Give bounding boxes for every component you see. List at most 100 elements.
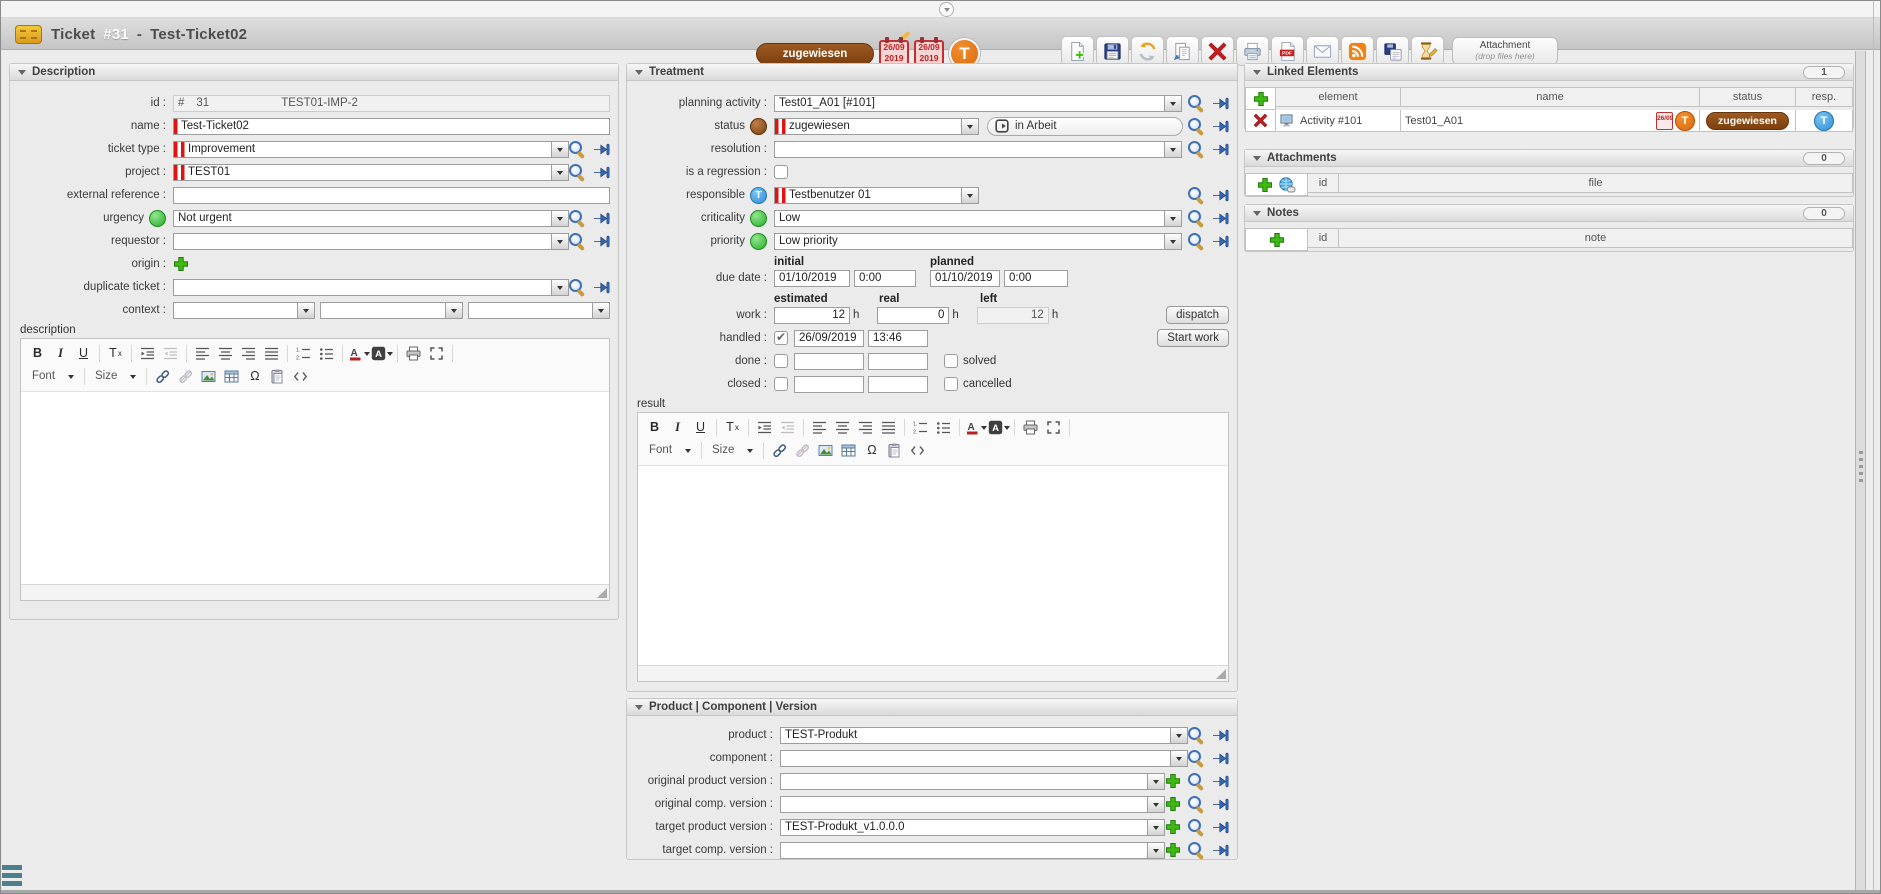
add-link-icon[interactable] — [1278, 176, 1296, 194]
goto-detail-icon[interactable] — [1212, 211, 1229, 226]
original-product-version-select[interactable] — [780, 773, 1165, 790]
align-right-button[interactable] — [854, 417, 877, 437]
description-panel-header[interactable]: Description — [10, 64, 618, 81]
paste-from-word-button[interactable] — [266, 366, 289, 386]
bold-button[interactable]: B — [643, 417, 666, 437]
goto-detail-icon[interactable] — [593, 142, 610, 157]
solved-checkbox[interactable] — [944, 354, 958, 368]
search-icon[interactable] — [1188, 233, 1205, 250]
bullet-list-button[interactable] — [315, 343, 338, 363]
bullet-list-button[interactable] — [932, 417, 955, 437]
print-button[interactable] — [1236, 36, 1269, 66]
unlink-button[interactable] — [791, 440, 814, 460]
dropdown-arrow-icon[interactable] — [1147, 774, 1164, 789]
due-date-initial-date-input[interactable]: 01/10/2019 — [774, 270, 850, 287]
search-icon[interactable] — [1188, 727, 1205, 744]
justify-button[interactable] — [877, 417, 900, 437]
align-right-button[interactable] — [237, 343, 260, 363]
add-linked-element-button[interactable] — [1246, 88, 1276, 110]
product-panel-header[interactable]: Product | Component | Version — [627, 699, 1237, 716]
due-date-planned-date-input[interactable]: 01/10/2019 — [930, 270, 1000, 287]
attachments-header[interactable]: Attachments0 — [1245, 150, 1853, 167]
align-center-button[interactable] — [214, 343, 237, 363]
copy-button[interactable] — [1166, 36, 1199, 66]
dropdown-arrow-icon[interactable] — [592, 303, 609, 318]
dropdown-arrow-icon[interactable] — [1147, 843, 1164, 858]
cancelled-checkbox[interactable] — [944, 377, 958, 391]
add-icon[interactable] — [1165, 819, 1181, 835]
due-date-initial-time-input[interactable]: 0:00 — [854, 270, 916, 287]
collapse-header-button[interactable] — [939, 2, 954, 17]
dropdown-arrow-icon[interactable] — [297, 303, 314, 318]
dropdown-arrow-icon[interactable] — [1164, 96, 1181, 111]
done-date-input[interactable] — [794, 353, 864, 370]
responsible-select[interactable]: Testbenutzer 01 — [774, 187, 979, 204]
work-time-button[interactable] — [1411, 36, 1444, 66]
dropdown-arrow-icon[interactable] — [551, 211, 568, 226]
remove-format-button[interactable]: Tx — [721, 417, 744, 437]
text-color-button[interactable]: A — [964, 417, 987, 437]
maximize-button[interactable] — [425, 343, 448, 363]
ordered-list-button[interactable]: 1.2. — [909, 417, 932, 437]
add-attachment-button[interactable] — [1257, 177, 1273, 193]
menu-hamburger-icon[interactable] — [2, 865, 22, 886]
remove-linked-element-button[interactable] — [1246, 110, 1276, 132]
size-dropdown[interactable]: Size — [706, 440, 759, 460]
bold-button[interactable]: B — [26, 343, 49, 363]
save-button[interactable] — [1096, 36, 1129, 66]
editor-body[interactable] — [21, 392, 609, 585]
criticality-select[interactable]: Low — [774, 210, 1182, 227]
dropdown-arrow-icon[interactable] — [551, 280, 568, 295]
duplicate-ticket-select[interactable] — [173, 279, 569, 296]
search-icon[interactable] — [1188, 95, 1205, 112]
editor-body[interactable] — [638, 466, 1228, 666]
notes-header[interactable]: Notes0 — [1245, 205, 1853, 222]
urgency-select[interactable]: Not urgent — [173, 210, 569, 227]
done-checkbox[interactable] — [774, 354, 788, 368]
underline-button[interactable]: U — [689, 417, 712, 437]
status-transition-button[interactable]: in Arbeit — [987, 117, 1183, 136]
status-select[interactable]: zugewiesen — [774, 118, 979, 135]
paste-from-word-button[interactable] — [883, 440, 906, 460]
print-button[interactable] — [1019, 417, 1042, 437]
rss-feed-button[interactable] — [1341, 36, 1374, 66]
special-char-button[interactable]: Ω — [860, 440, 883, 460]
text-color-button[interactable]: A — [347, 343, 370, 363]
add-icon[interactable] — [1253, 91, 1269, 107]
link-button[interactable] — [768, 440, 791, 460]
linked-name-cell[interactable]: Test01_A01 26/09 T — [1401, 110, 1700, 132]
linked-elements-header[interactable]: Linked Elements1 — [1245, 64, 1853, 81]
work-estimated-input[interactable]: 12 — [774, 307, 850, 324]
goto-detail-icon[interactable] — [1212, 751, 1229, 766]
right-splitter[interactable] — [1855, 51, 1866, 894]
closed-checkbox[interactable] — [774, 377, 788, 391]
goto-detail-icon[interactable] — [593, 165, 610, 180]
clone-button[interactable] — [1376, 36, 1409, 66]
send-mail-button[interactable] — [1306, 36, 1339, 66]
search-icon[interactable] — [1188, 796, 1205, 813]
delete-button[interactable] — [1201, 36, 1234, 66]
requestor-select[interactable] — [173, 233, 569, 250]
search-icon[interactable] — [569, 141, 586, 158]
goto-detail-icon[interactable] — [1212, 843, 1229, 858]
dropdown-arrow-icon[interactable] — [445, 303, 462, 318]
regression-checkbox[interactable] — [774, 165, 788, 179]
search-icon[interactable] — [1188, 750, 1205, 767]
dropdown-arrow-icon[interactable] — [961, 188, 978, 203]
dropdown-arrow-icon[interactable] — [551, 142, 568, 157]
export-pdf-button[interactable]: PDF — [1271, 36, 1304, 66]
add-icon[interactable] — [1269, 232, 1285, 248]
remove-format-button[interactable]: Tx — [104, 343, 127, 363]
add-icon[interactable] — [1165, 796, 1181, 812]
goto-detail-icon[interactable] — [1212, 142, 1229, 157]
search-icon[interactable] — [569, 279, 586, 296]
font-dropdown[interactable]: Font — [26, 366, 80, 386]
dropdown-arrow-icon[interactable] — [1147, 820, 1164, 835]
image-button[interactable] — [197, 366, 220, 386]
align-left-button[interactable] — [191, 343, 214, 363]
goto-detail-icon[interactable] — [1212, 797, 1229, 812]
planning-activity-select[interactable]: Test01_A01 [#101] — [774, 95, 1182, 112]
dropdown-arrow-icon[interactable] — [1164, 234, 1181, 249]
product-select[interactable]: TEST-Produkt — [780, 727, 1188, 744]
align-left-button[interactable] — [808, 417, 831, 437]
